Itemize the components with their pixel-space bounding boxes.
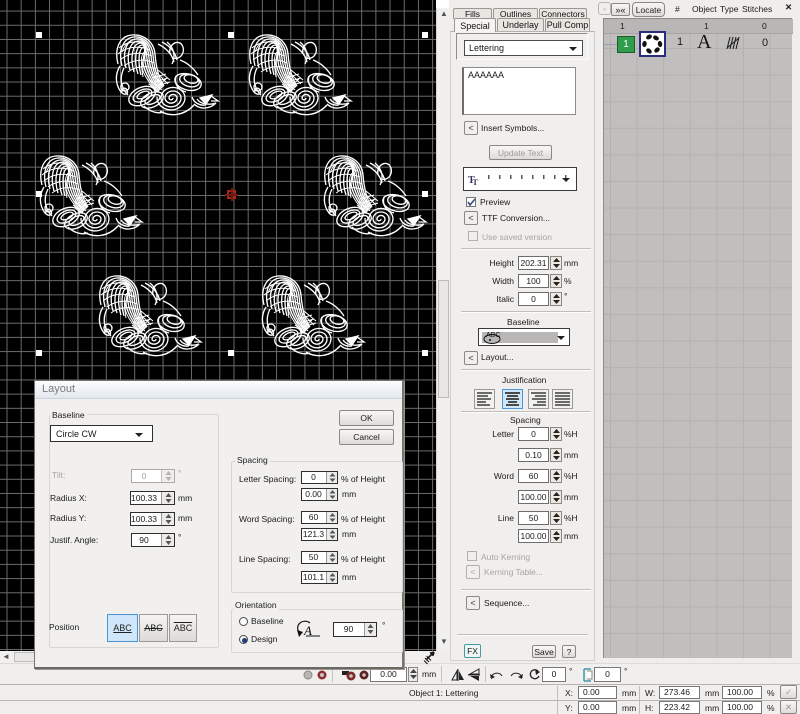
svg-text:T: T	[473, 178, 479, 187]
